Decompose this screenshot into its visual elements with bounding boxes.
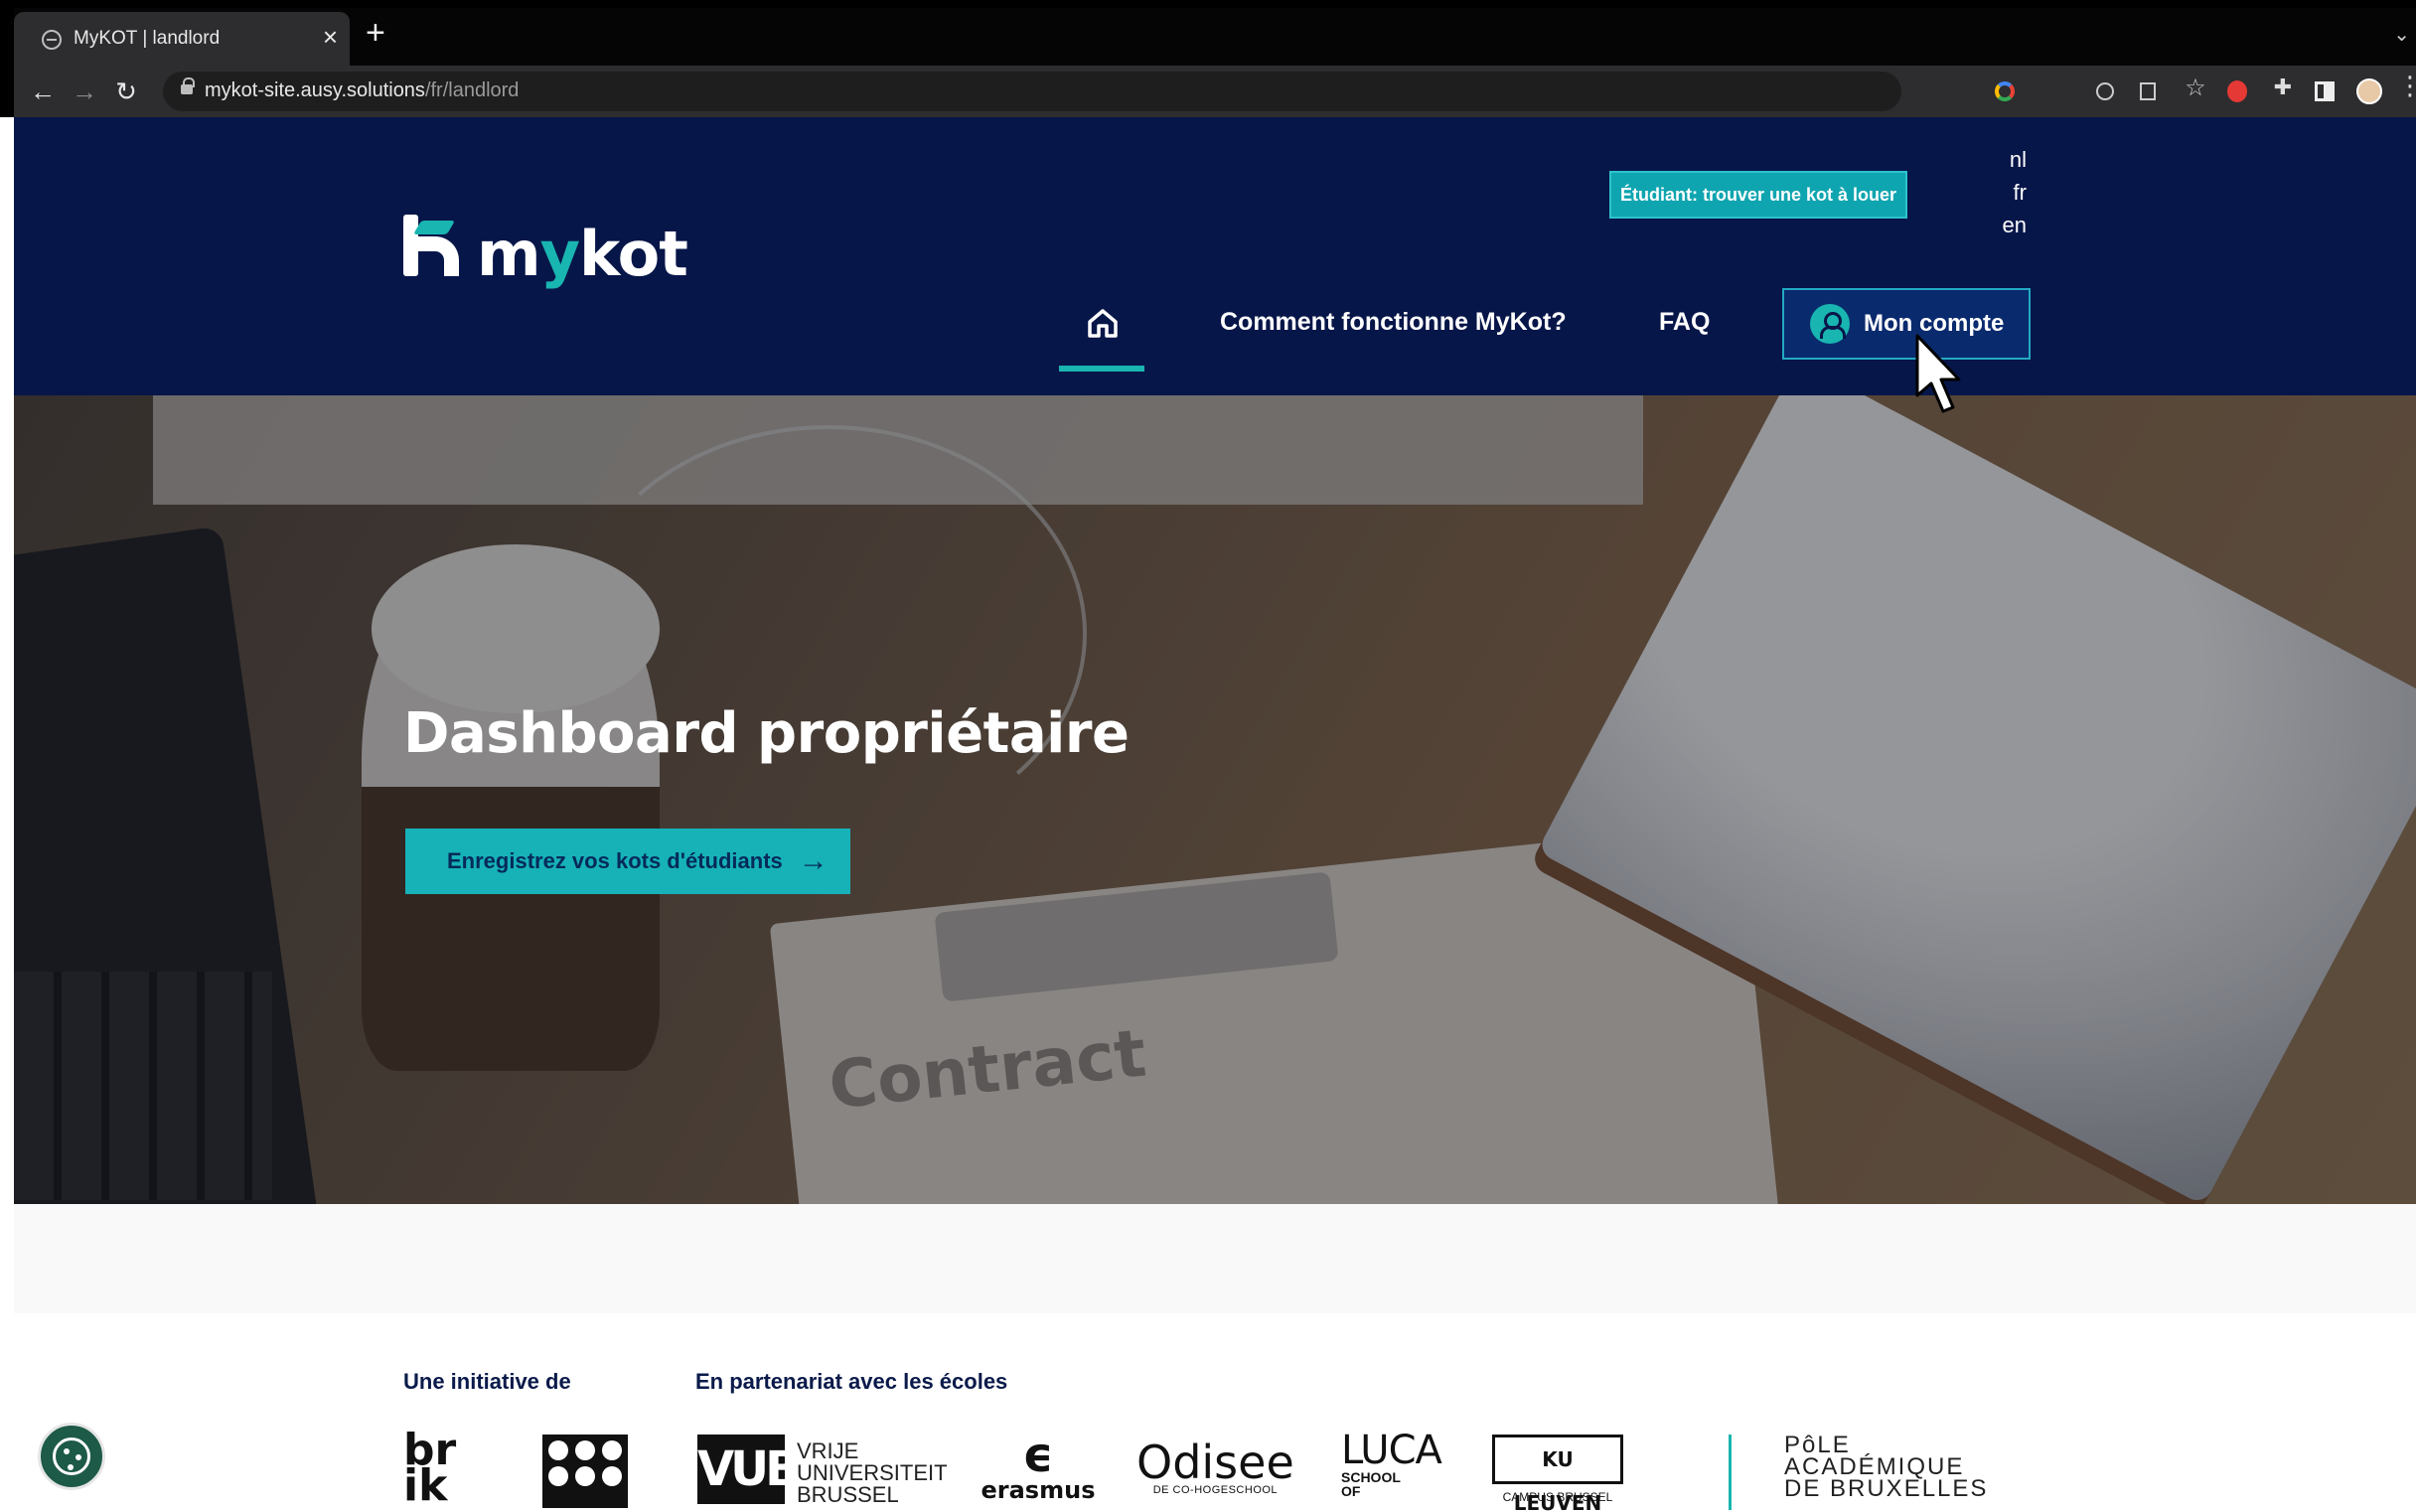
profile-icon[interactable]	[2356, 78, 2382, 104]
mykot-logo[interactable]: mykot	[403, 215, 688, 298]
ku-leuven-logo[interactable]: KU LEUVEN CAMPUS BRUSSEL	[1492, 1435, 1623, 1512]
odisee-subtitle: DE CO-HOGESCHOOL	[1152, 1484, 1279, 1496]
google-icon[interactable]	[1995, 81, 2015, 101]
footer-divider	[1729, 1435, 1732, 1510]
zoom-icon[interactable]	[2096, 82, 2114, 100]
url-text[interactable]: mykot-site.ausy.solutions/fr/landlord	[205, 79, 519, 102]
browser-chrome: MyKOT | landlord × + ⌄ ← → ↻ mykot-site.…	[0, 0, 2416, 117]
erasmus-text: erasmus	[981, 1476, 1096, 1504]
extension-icon[interactable]	[2227, 80, 2247, 102]
initiative-heading: Une initiative de	[403, 1369, 571, 1394]
vub-mark: VUB	[697, 1435, 802, 1504]
hero-section: Contract Dashboard propriétaire Enregist…	[14, 395, 2416, 1204]
nav-faq[interactable]: FAQ	[1659, 308, 1710, 337]
pole-academique-logo[interactable]: PôLE ACADÉMIQUE DE BRUXELLES	[1784, 1434, 1988, 1501]
user-icon	[1810, 304, 1850, 344]
menu-icon[interactable]: ⋮	[2397, 71, 2416, 100]
close-tab-icon[interactable]: ×	[323, 22, 338, 52]
cta-label: Enregistrez vos kots d'étudiants	[447, 848, 783, 873]
partners-footer: Une initiative de En partenariat avec le…	[14, 1313, 2416, 1512]
back-arrow-icon[interactable]: ←	[26, 75, 60, 108]
share-icon[interactable]	[2140, 82, 2156, 100]
luca-logo[interactable]: LUCA SCHOOL OF	[1341, 1428, 1442, 1499]
bookmark-star-icon[interactable]: ☆	[2184, 75, 2207, 101]
ku-leuven-subtitle: CAMPUS BRUSSEL	[1502, 1490, 1613, 1504]
forward-arrow-icon[interactable]: →	[68, 75, 101, 108]
nav-home[interactable]	[1059, 302, 1144, 372]
globe-icon	[42, 30, 62, 50]
cookie-icon	[53, 1437, 90, 1475]
lang-en[interactable]: en	[1987, 213, 2027, 238]
mouse-cursor-icon	[1915, 334, 1961, 413]
odisee-text: Odisee	[1136, 1436, 1294, 1489]
partners-heading: En partenariat avec les écoles	[695, 1369, 1008, 1394]
logo-mark-icon	[403, 215, 461, 278]
account-button[interactable]: Mon compte	[1782, 288, 2031, 360]
lock-icon[interactable]	[181, 77, 195, 94]
site-header: mykot Étudiant: trouver une kot à louer …	[14, 117, 2416, 395]
tab-title: MyKOT | landlord	[74, 28, 221, 49]
browser-tab[interactable]: MyKOT | landlord ×	[14, 12, 350, 66]
ku-leuven-text: KU LEUVEN	[1492, 1435, 1623, 1512]
nav-how-it-works[interactable]: Comment fonctionne MyKot?	[1220, 308, 1567, 337]
home-icon	[1088, 309, 1118, 338]
tab-search-icon[interactable]: ⌄	[2393, 22, 2410, 47]
brik-logo[interactable]: br ik	[403, 1429, 456, 1508]
student-search-button[interactable]: Étudiant: trouver une kot à louer	[1609, 171, 1907, 219]
reload-icon[interactable]: ↻	[109, 75, 143, 108]
register-kots-button[interactable]: Enregistrez vos kots d'étudiants →	[405, 829, 850, 894]
new-tab-button[interactable]: +	[366, 16, 385, 50]
erasmus-mark-icon: ϵ	[1022, 1428, 1054, 1483]
arrow-right-icon: →	[798, 844, 829, 877]
hero-overlay	[14, 395, 2416, 1204]
browser-toolbar: ← → ↻ mykot-site.ausy.solutions/fr/landl…	[14, 66, 2416, 117]
luca-subtitle: SCHOOL OF	[1341, 1469, 1401, 1499]
page-title: Dashboard propriétaire	[403, 701, 1130, 766]
bxl-logo[interactable]	[542, 1435, 628, 1508]
vub-text: VRIJE UNIVERSITEIT BRUSSEL	[797, 1438, 948, 1507]
side-panel-icon[interactable]	[2315, 81, 2335, 101]
active-nav-indicator	[1059, 366, 1144, 372]
logo-text: mykot	[477, 218, 688, 290]
lang-nl[interactable]: nl	[1987, 147, 2027, 173]
lang-fr[interactable]: fr	[1987, 180, 2027, 206]
luca-text: LUCA	[1341, 1428, 1442, 1473]
odisee-logo[interactable]: Odisee DE CO-HOGESCHOOL	[1136, 1436, 1294, 1496]
erasmus-logo[interactable]: ϵ erasmus	[974, 1428, 1103, 1504]
puzzle-icon[interactable]: ✚	[2271, 75, 2295, 99]
content-spacer	[14, 1204, 2416, 1313]
address-bar[interactable]: mykot-site.ausy.solutions/fr/landlord	[163, 72, 1901, 111]
cookie-settings-button[interactable]	[38, 1423, 105, 1490]
